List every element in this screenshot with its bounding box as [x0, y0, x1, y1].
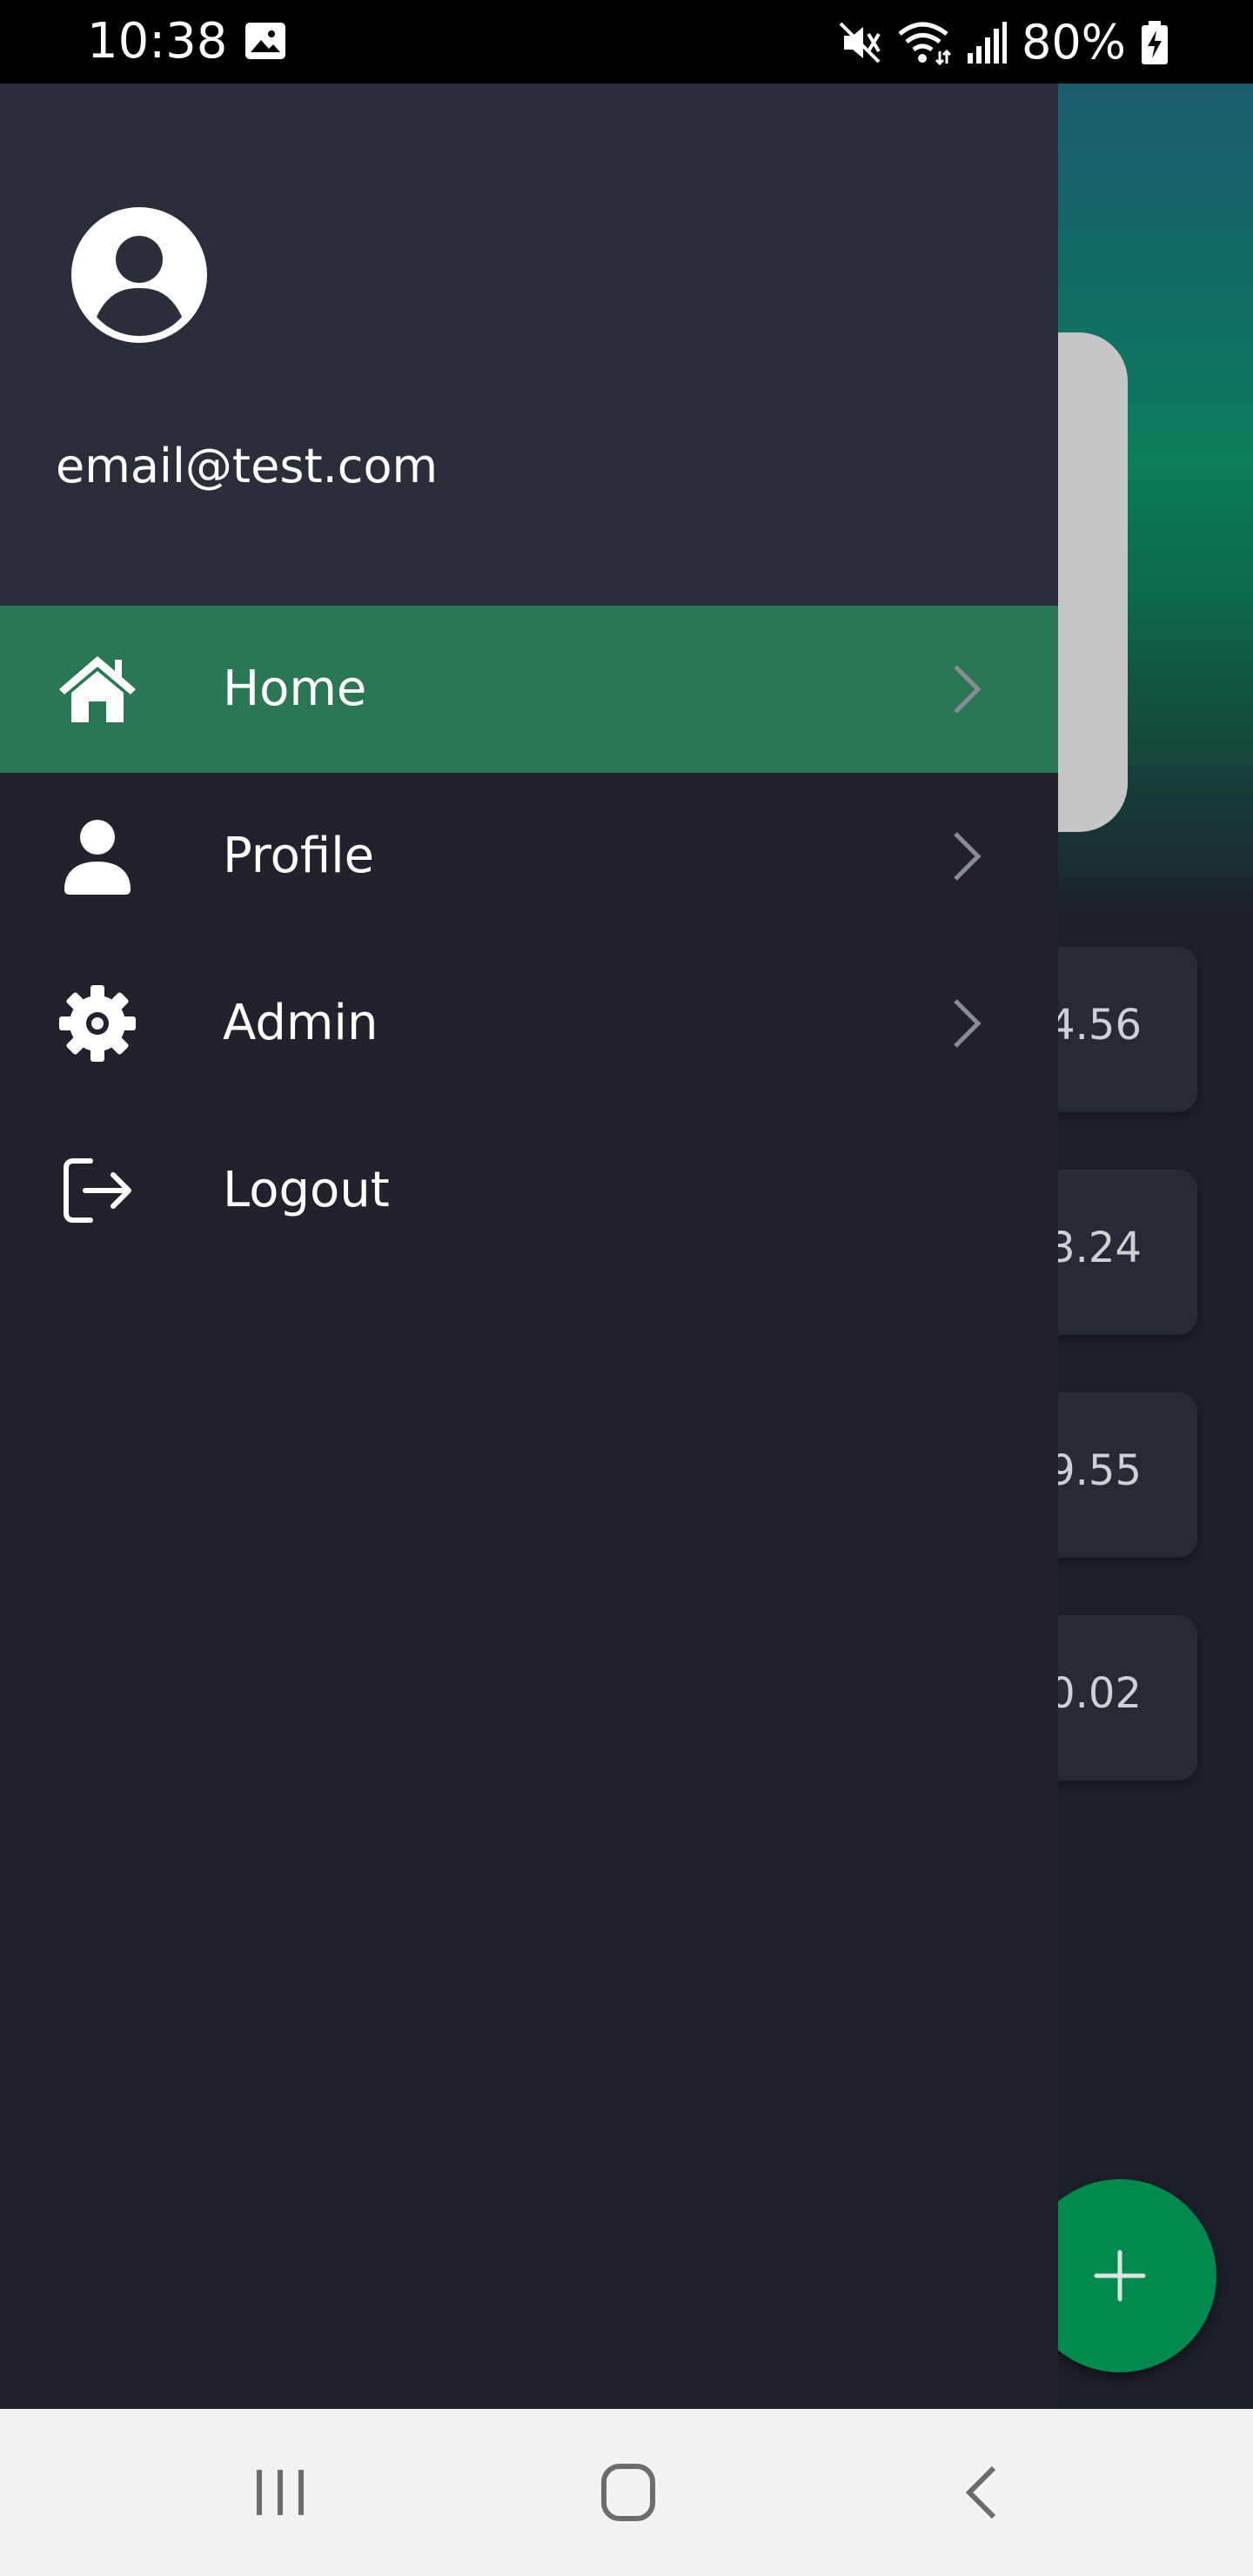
status-time: 10:38 — [87, 13, 228, 70]
drawer-item-label: Home — [223, 661, 367, 717]
card-value: 9.55 — [1049, 1446, 1142, 1495]
system-navigation-bar — [0, 2409, 1253, 2576]
battery-charging-icon — [1142, 21, 1168, 64]
chevron-right-icon — [954, 999, 982, 1048]
drawer-header: email@test.com — [0, 84, 1058, 606]
gear-icon — [59, 985, 136, 1062]
user-email: email@test.com — [56, 439, 439, 493]
drawer-item-home[interactable]: Home — [0, 606, 1058, 773]
card-value: 4.56 — [1049, 1001, 1142, 1050]
battery-percent: 80% — [1021, 15, 1126, 70]
recent-apps-icon[interactable] — [228, 2458, 332, 2527]
drawer-item-label: Logout — [223, 1162, 390, 1218]
card-value: 0.02 — [1049, 1669, 1142, 1718]
home-circle-icon[interactable] — [576, 2458, 680, 2527]
logout-icon — [64, 1158, 131, 1223]
chevron-right-icon — [954, 832, 982, 881]
drawer-item-label: Admin — [223, 995, 379, 1051]
person-icon — [64, 820, 131, 895]
status-bar: 10:38 80% — [0, 0, 1253, 84]
home-icon — [59, 656, 136, 722]
chevron-right-icon — [954, 665, 982, 714]
status-right: 80% — [837, 16, 1169, 70]
account-circle-icon[interactable] — [70, 205, 209, 345]
navigation-drawer: email@test.com Home Profile Admin Logout — [0, 84, 1058, 2409]
drawer-item-label: Profile — [223, 828, 375, 884]
card-value: 3.24 — [1049, 1224, 1142, 1272]
signal-icon — [967, 22, 1007, 64]
mute-icon — [839, 22, 881, 64]
image-icon — [245, 23, 285, 59]
drawer-item-profile[interactable]: Profile — [0, 773, 1058, 940]
back-icon[interactable] — [928, 2458, 1032, 2527]
drawer-item-admin[interactable]: Admin — [0, 940, 1058, 1107]
wifi-icon — [898, 22, 952, 65]
drawer-item-logout[interactable]: Logout — [0, 1107, 1058, 1274]
plus-icon — [1094, 2250, 1146, 2302]
